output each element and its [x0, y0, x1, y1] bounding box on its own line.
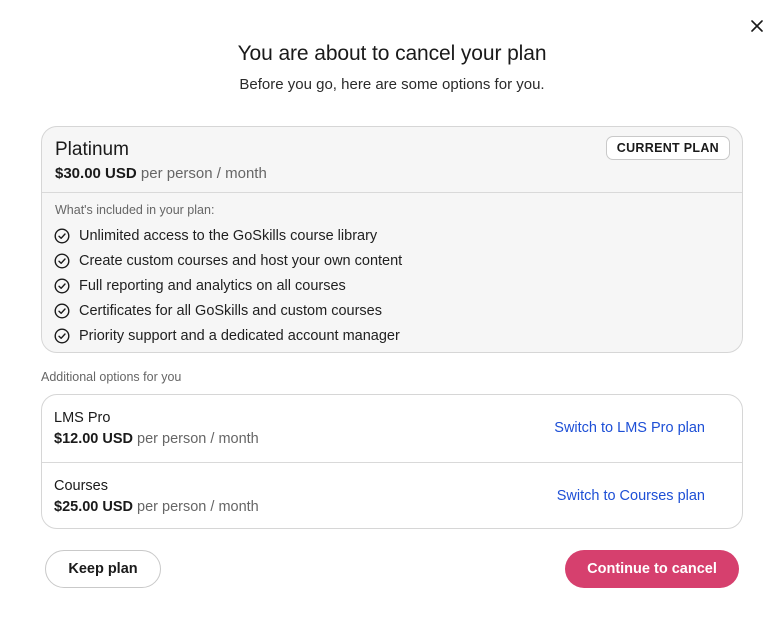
plan-price: $30.00 USD per person / month	[55, 165, 267, 182]
switch-to-lms-pro-link[interactable]: Switch to LMS Pro plan	[554, 420, 705, 436]
option-price: $25.00 USD per person / month	[54, 499, 259, 515]
feature-item: Create custom courses and host your own …	[54, 248, 402, 273]
feature-item: Certificates for all GoSkills and custom…	[54, 298, 402, 323]
option-name: LMS Pro	[54, 410, 111, 426]
option-price-amount: $12.00 USD	[54, 431, 133, 447]
option-row-lms-pro: LMS Pro $12.00 USD per person / month Sw…	[42, 395, 742, 462]
feature-list: Unlimited access to the GoSkills course …	[54, 223, 402, 348]
feature-item: Unlimited access to the GoSkills course …	[54, 223, 402, 248]
check-circle-icon	[54, 252, 70, 269]
feature-text: Priority support and a dedicated account…	[79, 327, 400, 344]
check-circle-icon	[54, 227, 70, 244]
modal-title: You are about to cancel your plan	[237, 42, 547, 65]
close-button[interactable]	[747, 16, 767, 36]
feature-item: Priority support and a dedicated account…	[54, 323, 402, 348]
feature-text: Full reporting and analytics on all cour…	[79, 277, 346, 294]
close-icon	[751, 20, 763, 32]
check-circle-icon	[54, 277, 70, 294]
check-circle-icon	[54, 302, 70, 319]
option-price-unit: per person / month	[137, 499, 259, 515]
additional-options-label: Additional options for you	[41, 370, 182, 384]
continue-to-cancel-button[interactable]: Continue to cancel	[565, 550, 739, 588]
option-price-unit: per person / month	[137, 431, 259, 447]
keep-plan-button[interactable]: Keep plan	[45, 550, 161, 588]
option-name: Courses	[54, 478, 108, 494]
switch-to-courses-link[interactable]: Switch to Courses plan	[557, 488, 705, 504]
plan-price-unit: per person / month	[140, 165, 267, 182]
feature-text: Unlimited access to the GoSkills course …	[79, 227, 378, 244]
option-price: $12.00 USD per person / month	[54, 431, 259, 447]
feature-text: Certificates for all GoSkills and custom…	[79, 302, 382, 319]
plan-name: Platinum	[55, 139, 129, 160]
included-label: What's included in your plan:	[55, 203, 215, 217]
check-circle-icon	[54, 327, 70, 344]
feature-text: Create custom courses and host your own …	[79, 252, 403, 269]
feature-item: Full reporting and analytics on all cour…	[54, 273, 402, 298]
additional-options-card: LMS Pro $12.00 USD per person / month Sw…	[41, 394, 743, 529]
option-row-courses: Courses $25.00 USD per person / month Sw…	[42, 462, 742, 528]
current-plan-badge: CURRENT PLAN	[605, 136, 730, 160]
current-plan-card: Platinum $30.00 USD per person / month C…	[41, 126, 743, 353]
plan-header: Platinum $30.00 USD per person / month C…	[42, 127, 742, 193]
modal-subtitle: Before you go, here are some options for…	[239, 76, 545, 93]
cancel-plan-modal: You are about to cancel your plan Before…	[0, 0, 784, 634]
plan-price-amount: $30.00 USD	[55, 165, 137, 182]
option-price-amount: $25.00 USD	[54, 499, 133, 515]
